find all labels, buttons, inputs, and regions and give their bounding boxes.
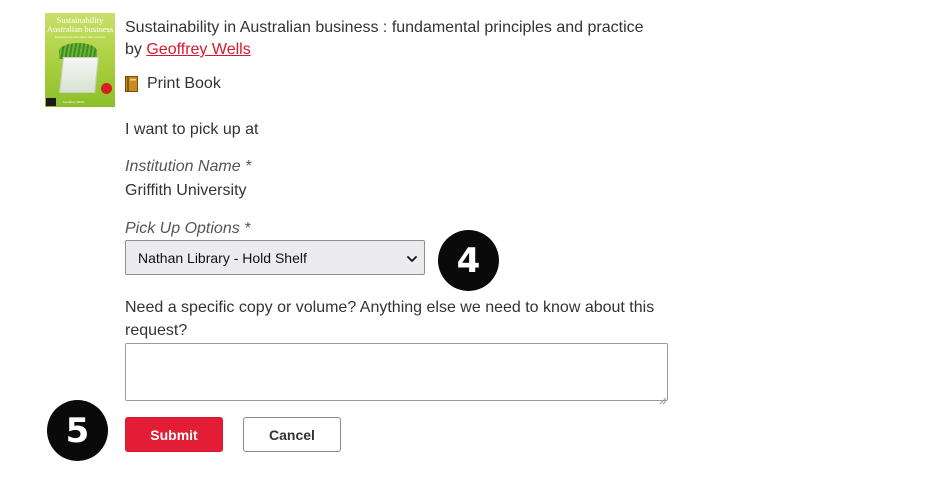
- pickup-options-select[interactable]: Nathan Library - Hold Shelf: [125, 240, 425, 275]
- cancel-button[interactable]: Cancel: [243, 417, 341, 452]
- by-label: by: [125, 41, 142, 58]
- notes-textarea[interactable]: [125, 343, 668, 401]
- cover-title-line2: Australian business: [46, 24, 114, 34]
- book-title: Sustainability in Australian business : …: [125, 19, 644, 36]
- pickup-intro: I want to pick up at: [125, 121, 259, 138]
- step-4-badge: 4: [438, 230, 499, 291]
- cover-bag-illustration: [59, 57, 99, 93]
- notes-label: Need a specific copy or volume? Anything…: [125, 299, 655, 339]
- cover-title: Sustainability Australian business: [45, 16, 115, 34]
- pickup-selected-value: Nathan Library - Hold Shelf: [138, 249, 307, 266]
- cover-subtitle: fundamental principles and practice: [54, 35, 106, 39]
- resize-grip-icon[interactable]: [659, 392, 667, 405]
- book-cover-image: Sustainability Australian business funda…: [45, 13, 115, 107]
- institution-label: Institution Name *: [125, 158, 252, 175]
- cover-badge: [101, 83, 112, 94]
- institution-value: Griffith University: [125, 182, 247, 199]
- submit-button[interactable]: Submit: [125, 417, 223, 452]
- author-link[interactable]: Geoffrey Wells: [146, 41, 250, 58]
- pickup-options-label: Pick Up Options *: [125, 220, 251, 237]
- step-5-badge: 5: [47, 400, 108, 461]
- book-format: Print Book: [125, 74, 221, 94]
- book-author-line: by Geoffrey Wells: [125, 40, 251, 60]
- chevron-down-icon: [406, 252, 418, 264]
- format-label: Print Book: [147, 75, 221, 92]
- cover-author: Geoffrey Wells: [63, 100, 85, 104]
- book-icon: [125, 76, 138, 92]
- publisher-logo: [46, 98, 56, 106]
